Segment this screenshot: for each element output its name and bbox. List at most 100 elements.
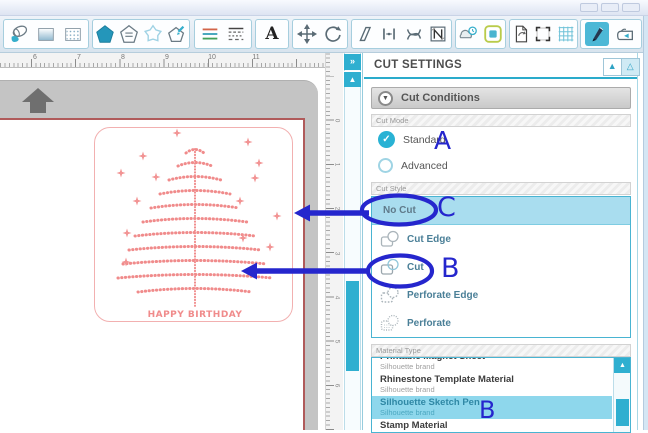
- registration-marks-icon[interactable]: [532, 22, 554, 46]
- cut-edge-icon: [380, 230, 400, 248]
- modify-icon[interactable]: [481, 22, 505, 46]
- dock-outline-triangle-button[interactable]: △: [622, 59, 639, 75]
- window-minimize-button[interactable]: [580, 3, 598, 12]
- cut-style-list: No Cut Cut Edge Cut Perforate Edge Perfo…: [371, 196, 631, 338]
- cut-style-cut[interactable]: Cut: [372, 253, 630, 281]
- advanced-label: Advanced: [401, 160, 448, 172]
- perforate-label: Perforate: [407, 318, 451, 329]
- fill-color-icon[interactable]: [7, 22, 31, 46]
- main-toolbar: A: [0, 16, 648, 53]
- dashed-lines-icon[interactable]: [224, 22, 248, 46]
- distort-icon[interactable]: [402, 22, 426, 46]
- dock-filled-triangle-button[interactable]: ▲: [604, 59, 622, 75]
- cut-style-no-cut[interactable]: No Cut: [372, 197, 630, 225]
- ruler-number: 6: [333, 384, 340, 388]
- design-text: HAPPY BIRTHDAY: [148, 310, 243, 320]
- arrange-group: [292, 19, 348, 49]
- cut-style-perforate[interactable]: Perforate: [372, 309, 630, 337]
- cut-mode-advanced-option[interactable]: Advanced: [378, 158, 448, 173]
- emboss-icon[interactable]: [456, 22, 480, 46]
- page-setup-icon[interactable]: [510, 22, 532, 46]
- ruler-number: 8: [117, 54, 129, 61]
- text-tools-group: A: [255, 19, 289, 49]
- chevron-down-icon[interactable]: ▼: [378, 91, 393, 106]
- radio-unchecked-icon[interactable]: [378, 158, 393, 173]
- sketch-pen-icon[interactable]: [165, 22, 189, 46]
- material-printable-magnet-sheet[interactable]: Printable Magnet Sheet Silhouette brand: [372, 357, 612, 373]
- window-right-edge: [643, 16, 648, 430]
- stripe-lines-icon[interactable]: [198, 22, 222, 46]
- cut-conditions-header[interactable]: ▼ Cut Conditions: [371, 87, 631, 109]
- material-type-list: Printable Magnet Sheet Silhouette brand …: [371, 357, 631, 433]
- radio-checked-icon[interactable]: ✓: [378, 131, 395, 148]
- canvas-vertical-scrollbar[interactable]: [344, 53, 361, 430]
- cut-mode-section-header: Cut Mode: [371, 114, 631, 127]
- grid-icon[interactable]: [555, 22, 577, 46]
- ruler-number: 4: [333, 296, 340, 300]
- perforate-edge-icon: [380, 286, 400, 304]
- line-color-icon[interactable]: [93, 22, 117, 46]
- cut-edge-label: Cut Edge: [407, 234, 451, 245]
- line-style-icon[interactable]: [117, 22, 141, 46]
- standard-label: Standard: [403, 134, 446, 146]
- panel-right-border: [637, 53, 638, 430]
- shape-style-group: [92, 19, 190, 49]
- cut-mode-standard-option[interactable]: ✓ Standard: [378, 131, 446, 148]
- mirror-icon[interactable]: [377, 22, 401, 46]
- birthday-tree-design[interactable]: HAPPY BIRTHDAY: [0, 118, 305, 430]
- perforate-icon: [380, 314, 400, 332]
- window-maximize-button[interactable]: [601, 3, 619, 12]
- ruler-number: 2: [333, 207, 340, 211]
- material-silhouette-sketch-pen[interactable]: Silhouette Sketch Pen Silhouette brand: [372, 396, 612, 419]
- rotate-icon[interactable]: [321, 22, 345, 46]
- vertical-ruler: 0 1 2 3 4 5 6: [325, 53, 343, 430]
- transform-group: [351, 19, 452, 49]
- cut-conditions-label: Cut Conditions: [401, 92, 480, 104]
- cut-style-cut-edge[interactable]: Cut Edge: [372, 225, 630, 253]
- material-scroll-up-button[interactable]: ▲: [614, 358, 631, 373]
- cut-style-section-header: Cut Style: [371, 182, 631, 195]
- window-titlebar: [0, 0, 648, 16]
- material-rhinestone-template[interactable]: Rhinestone Template Material Silhouette …: [372, 373, 612, 396]
- canvas-scrollbar-thumb[interactable]: [346, 281, 359, 371]
- text-icon[interactable]: A: [260, 22, 284, 46]
- ruler-number: 3: [333, 252, 340, 256]
- page-tools-group: [509, 19, 578, 49]
- horizontal-ruler: 6 7 8 9 10 11: [0, 53, 343, 68]
- no-cut-label: No Cut: [383, 205, 416, 216]
- move-icon[interactable]: [295, 22, 319, 46]
- line-tools-group: [194, 19, 252, 49]
- material-type-section-header: Material Type: [371, 344, 631, 357]
- fill-gradient-icon[interactable]: [34, 22, 58, 46]
- ruler-number: 5: [333, 340, 340, 344]
- shear-icon[interactable]: [353, 22, 377, 46]
- panel-title: CUT SETTINGS: [374, 59, 462, 71]
- cut-settings-icon[interactable]: [585, 22, 609, 46]
- fill-pattern-icon[interactable]: [61, 22, 85, 46]
- ruler-number: 1: [333, 163, 340, 167]
- ruler-number: 10: [206, 54, 218, 61]
- material-scrollbar-thumb[interactable]: [616, 399, 629, 426]
- panel-dock-buttons: ▲ △: [603, 58, 640, 76]
- ruler-number: 6: [29, 54, 41, 61]
- star-shape-icon[interactable]: [141, 22, 165, 46]
- ruler-number: 0: [333, 119, 340, 123]
- ruler-number: 7: [73, 54, 85, 61]
- window-close-button[interactable]: [622, 3, 640, 12]
- cut-send-group: [580, 19, 642, 49]
- panel-title-underline: [364, 77, 637, 79]
- pattern-fill-icon[interactable]: [426, 22, 450, 46]
- cut-label: Cut: [407, 262, 424, 273]
- effects-group: [455, 19, 506, 49]
- send-to-machine-icon[interactable]: [613, 22, 637, 46]
- ruler-number: 9: [161, 54, 173, 61]
- ruler-number: 11: [250, 54, 262, 61]
- fill-tools-group: [3, 19, 89, 49]
- material-list-scrollbar[interactable]: ▲: [613, 358, 630, 433]
- cut-style-perforate-edge[interactable]: Perforate Edge: [372, 281, 630, 309]
- cut-icon: [380, 258, 400, 276]
- perforate-edge-label: Perforate Edge: [407, 290, 478, 301]
- panel-collapse-button[interactable]: »: [344, 54, 361, 70]
- scroll-up-button[interactable]: ▲: [344, 71, 361, 87]
- material-stamp-material[interactable]: Stamp Material: [372, 419, 612, 433]
